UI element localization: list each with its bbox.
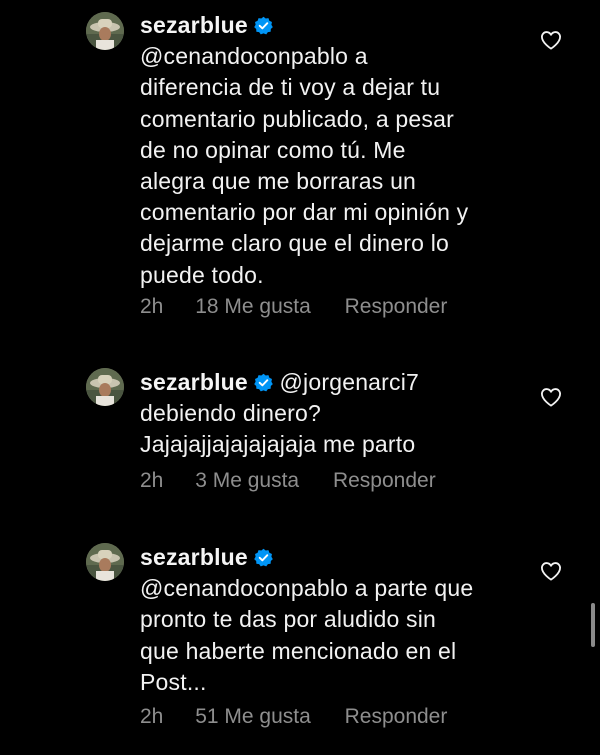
comment-body: sezarblue @cenandoconpablo a parte que p… [140, 542, 535, 698]
heart-outline-icon[interactable] [540, 561, 562, 581]
comment-line: Post... [140, 668, 207, 695]
avatar[interactable] [86, 543, 124, 581]
comment-line: comentario publicado, a pesar [140, 105, 454, 132]
timestamp: 2h [140, 469, 164, 492]
username[interactable]: sezarblue [140, 12, 248, 38]
comment-line: que haberte mencionado en el [140, 637, 457, 664]
mention-link[interactable]: @jorgenarci7 [280, 369, 420, 395]
scrollbar-thumb[interactable] [591, 603, 595, 647]
heart-outline-icon[interactable] [540, 387, 562, 407]
comment-line: debiendo dinero? [140, 400, 321, 427]
comment-line: @cenandoconpablo a [140, 43, 368, 70]
timestamp: 2h [140, 705, 164, 728]
comment-line: comentario por dar mi opinión y [140, 199, 469, 226]
avatar[interactable] [86, 368, 124, 406]
comment-line: dejarme claro que el dinero lo [140, 230, 450, 257]
reply-button[interactable]: Responder [345, 295, 448, 319]
comment-line: diferencia de ti voy a dejar tu [140, 74, 441, 101]
reply-button[interactable]: Responder [333, 469, 436, 493]
comment-body: sezarblue @cenandoconpablo a diferencia … [140, 10, 535, 291]
comment-meta: 2h 18 Me gusta Responder [140, 295, 447, 325]
comment-line: de no opinar como tú. Me [140, 136, 406, 163]
likes-count[interactable]: 18 Me gusta [195, 295, 311, 319]
comment-line: @cenandoconpablo a parte que [140, 575, 474, 602]
verified-badge-icon [254, 16, 273, 35]
comment-meta: 2h 3 Me gusta Responder [140, 469, 436, 499]
username[interactable]: sezarblue [140, 544, 248, 570]
verified-badge-icon [254, 548, 273, 567]
verified-badge-icon [254, 373, 273, 392]
likes-count[interactable]: 3 Me gusta [195, 469, 299, 493]
avatar[interactable] [86, 12, 124, 50]
comment-line: alegra que me borraras un [140, 168, 417, 195]
comment-line: pronto te das por aludido sin [140, 606, 437, 633]
timestamp: 2h [140, 295, 164, 318]
username[interactable]: sezarblue [140, 369, 248, 395]
comment-meta: 2h 51 Me gusta Responder [140, 705, 447, 735]
comment-line: Jajajajjajajajajaja me parto [140, 431, 416, 458]
comment-body: sezarblue @jorgenarci7 debiendo dinero? … [140, 367, 535, 461]
comment-line: puede todo. [140, 261, 264, 288]
heart-outline-icon[interactable] [540, 30, 562, 50]
likes-count[interactable]: 51 Me gusta [195, 705, 311, 729]
reply-button[interactable]: Responder [345, 705, 448, 729]
